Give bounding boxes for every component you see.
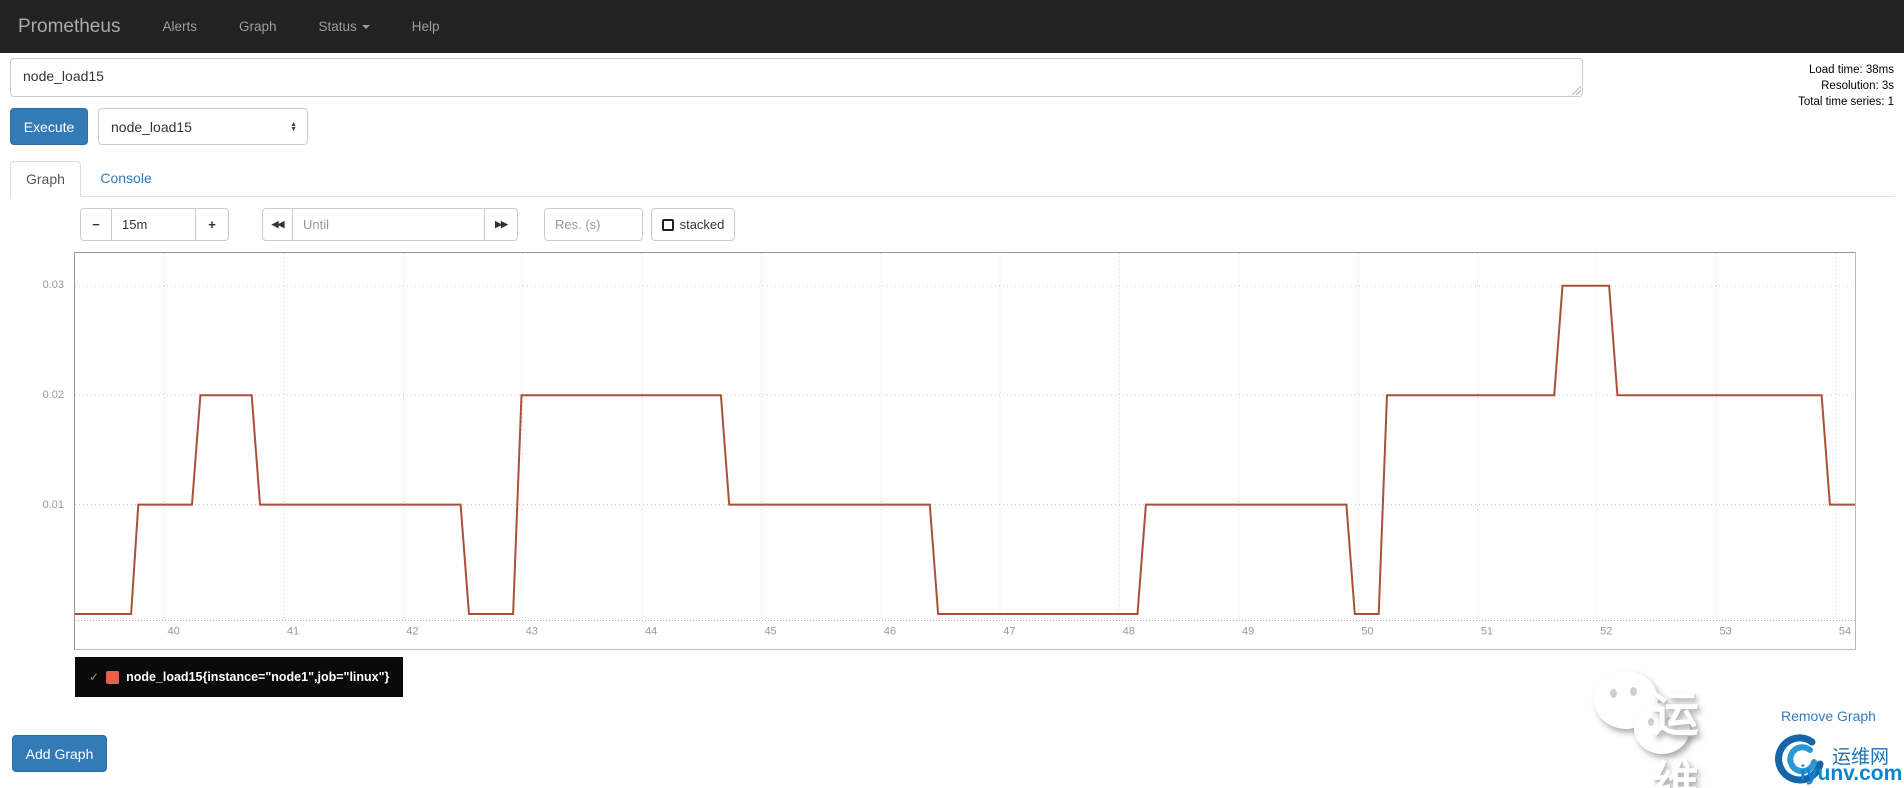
range-grow-button[interactable]: +: [195, 208, 229, 241]
iyunv-site-url: iyunv.com: [1800, 762, 1903, 785]
check-icon: ✓: [89, 670, 100, 684]
execute-button[interactable]: Execute: [10, 108, 88, 145]
x-tick-label: 48: [1123, 626, 1135, 638]
iyunv-site-name: 运维网: [1832, 747, 1890, 768]
tab-console[interactable]: Console: [85, 161, 166, 195]
series-label: node_load15{instance="node1",job="linux"…: [126, 670, 390, 684]
watermark-brand-text: 运维之美: [1652, 688, 1705, 788]
remove-graph-link[interactable]: Remove Graph: [1781, 708, 1876, 724]
navbar: Prometheus Alerts Graph Status Help: [0, 0, 1904, 53]
resolution: Resolution: 3s: [1821, 80, 1894, 92]
iyunv-swirl-icon: [1775, 734, 1824, 784]
range-shrink-button[interactable]: −: [80, 208, 112, 241]
y-tick-label: 0.01: [42, 498, 64, 511]
resolution-input[interactable]: [544, 208, 643, 241]
stacked-toggle[interactable]: stacked: [651, 208, 735, 241]
x-tick-label: 50: [1361, 626, 1373, 638]
query-stats: Load time: 38ms Resolution: 3s Total tim…: [1674, 62, 1894, 110]
y-tick-label: 0.03: [42, 278, 64, 291]
rewind-button[interactable]: ◀◀: [262, 208, 293, 241]
x-tick-label: 42: [406, 626, 418, 638]
x-tick-label: 54: [1839, 626, 1851, 638]
x-tick-label: 41: [287, 626, 299, 638]
query-expression-wrap: node_load15: [10, 58, 1583, 97]
query-expression-input[interactable]: node_load15: [10, 58, 1583, 97]
select-stepper-icon: ▲ ▼: [290, 120, 297, 133]
metric-select[interactable]: node_load15 ▲ ▼: [98, 108, 308, 145]
x-tick-label: 52: [1600, 626, 1612, 638]
plot-area[interactable]: 40 41 42 43 44 45 46 47 48 49 50 51 52 53 54: [74, 252, 1856, 650]
iyunv-logo: 运维网 iyunv.com: [1768, 730, 1904, 788]
load-time: Load time: 38ms: [1808, 64, 1894, 76]
range-control-group: − +: [80, 208, 229, 241]
range-input[interactable]: [111, 208, 196, 241]
wechat-icon: [1594, 671, 1658, 729]
nav-item-help[interactable]: Help: [412, 19, 440, 34]
series-swatch: [106, 670, 120, 684]
x-tick-label: 49: [1242, 626, 1254, 638]
x-tick-label: 45: [764, 626, 776, 638]
y-tick-label: 0.02: [42, 388, 64, 401]
checkbox-icon: [661, 218, 674, 231]
x-tick-label: 46: [884, 626, 896, 638]
caret-down-icon: [361, 25, 370, 30]
y-axis-labels: 0.01 0.02 0.03: [26, 252, 70, 650]
wechat-icon-small: [1634, 703, 1690, 754]
forward-button[interactable]: ▶▶: [484, 208, 518, 241]
x-tick-label: 44: [645, 626, 657, 638]
add-graph-button[interactable]: Add Graph: [12, 735, 107, 772]
x-tick-label: 47: [1003, 626, 1015, 638]
forward-icon: ▶▶: [495, 219, 508, 229]
rewind-icon: ◀◀: [271, 219, 285, 229]
legend-item[interactable]: ✓ node_load15{instance="node1",job="linu…: [75, 657, 404, 697]
time-control-group: ◀◀ ▶▶: [262, 208, 518, 241]
x-tick-label: 51: [1481, 626, 1493, 638]
until-input[interactable]: [292, 208, 485, 241]
total-time-series: Total time series: 1: [1798, 96, 1894, 108]
resize-grip-icon[interactable]: [1570, 84, 1581, 95]
x-tick-label: 40: [168, 626, 180, 638]
nav-item-alerts[interactable]: Alerts: [162, 19, 197, 34]
brand-prometheus[interactable]: Prometheus: [18, 16, 120, 38]
x-tick-label: 43: [526, 626, 538, 638]
nav-item-graph[interactable]: Graph: [239, 19, 277, 34]
nav-item-status[interactable]: Status: [319, 19, 370, 34]
tab-bar: Graph Console: [10, 160, 1894, 197]
x-tick-label: 53: [1720, 626, 1732, 638]
tab-graph[interactable]: Graph: [10, 161, 81, 197]
